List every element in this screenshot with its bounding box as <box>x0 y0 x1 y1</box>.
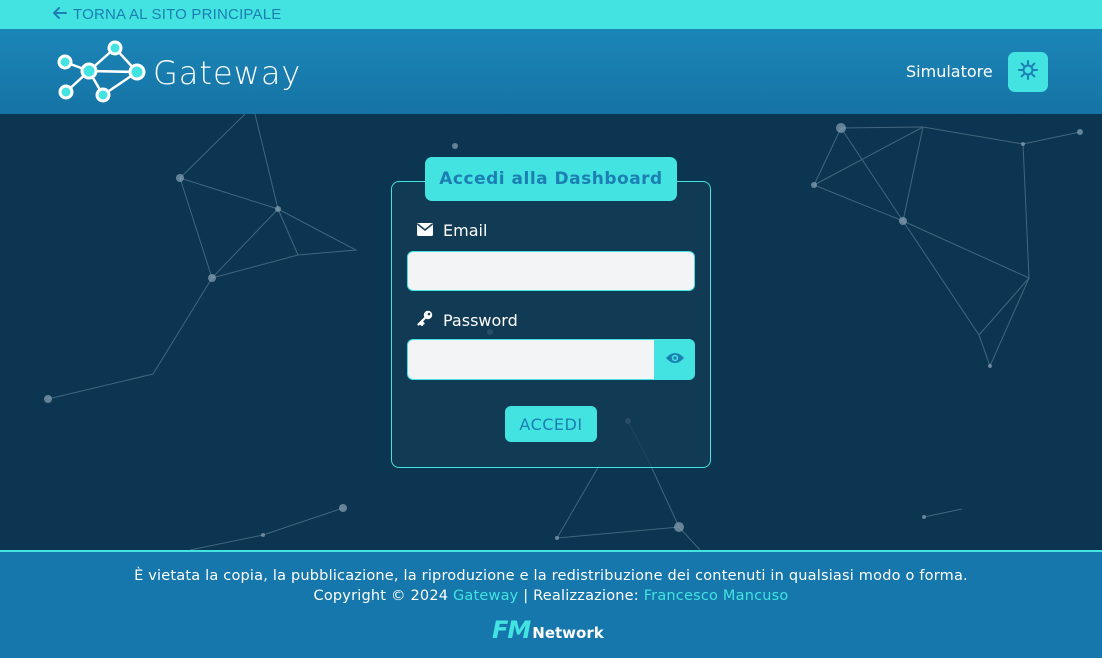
password-label: Password <box>417 310 518 330</box>
eye-icon <box>665 350 685 369</box>
sun-icon <box>1018 60 1038 84</box>
toggle-password-visibility-button[interactable] <box>654 339 695 380</box>
back-link-label: TORNA AL SITO PRINCIPALE <box>73 6 282 23</box>
key-icon <box>417 310 433 330</box>
password-field[interactable] <box>407 339 656 380</box>
email-field[interactable] <box>407 251 695 291</box>
footer-author-link[interactable]: Francesco Mancuso <box>644 588 789 604</box>
footer: È vietata la copia, la pubblicazione, la… <box>0 550 1102 658</box>
envelope-icon <box>417 221 433 240</box>
login-title: Accedi alla Dashboard <box>425 157 677 201</box>
brand-name: Gateway <box>153 54 302 92</box>
top-bar: TORNA AL SITO PRINCIPALE <box>0 0 1102 29</box>
nav-simulator-link[interactable]: Simulatore <box>906 62 993 81</box>
navbar: Gateway Simulatore <box>0 29 1102 114</box>
password-label-text: Password <box>443 310 518 330</box>
footer-credits: Copyright © 2024 Gateway | Realizzazione… <box>0 588 1102 604</box>
footer-copy-notice: È vietata la copia, la pubblicazione, la… <box>134 568 968 584</box>
network-nodes-logo-icon <box>53 38 149 108</box>
theme-toggle-button[interactable] <box>1008 52 1048 92</box>
back-to-main-site-link[interactable]: TORNA AL SITO PRINCIPALE <box>53 6 281 23</box>
arrow-left-icon <box>53 6 67 23</box>
brand-logo[interactable]: Gateway <box>53 38 301 108</box>
email-label: Email <box>417 221 487 240</box>
fm-logo-text: Network <box>532 624 604 642</box>
copyright-text: Copyright © 2024 <box>313 588 449 604</box>
footer-gateway-link[interactable]: Gateway <box>453 588 518 604</box>
login-submit-button[interactable]: ACCEDI <box>505 406 597 442</box>
credits-separator: | Realizzazione: <box>523 588 639 604</box>
email-label-text: Email <box>443 221 488 240</box>
fm-logo-mark: FM <box>492 616 531 644</box>
fm-network-logo[interactable]: FM Network <box>492 618 604 642</box>
